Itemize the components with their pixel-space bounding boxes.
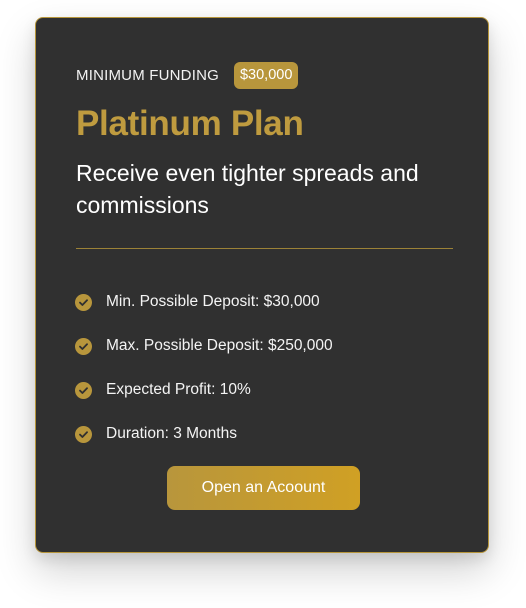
feature-item-duration: Duration: 3 Months — [75, 412, 333, 456]
funding-label: MINIMUM FUNDING — [76, 66, 219, 84]
plan-title: Platinum Plan — [76, 104, 304, 143]
check-circle-icon — [75, 337, 92, 355]
plan-description: Receive even tighter spreads and commiss… — [76, 160, 419, 218]
feature-item-expected-profit: Expected Profit: 10% — [75, 368, 333, 412]
funding-amount-badge: $30,000 — [233, 62, 299, 89]
divider — [76, 248, 453, 249]
platinum-plan-card: MINIMUM FUNDING $30,000 Platinum Plan Re… — [35, 17, 489, 553]
open-account-button[interactable]: Open an Acoount — [167, 466, 360, 510]
funding-row: MINIMUM FUNDING $30,000 — [76, 62, 299, 89]
check-circle-icon — [75, 425, 92, 443]
feature-list: Min. Possible Deposit: $30,000 Max. Poss… — [75, 280, 333, 456]
check-circle-icon — [75, 381, 92, 399]
feature-text: Min. Possible Deposit: $30,000 — [106, 293, 320, 310]
feature-item-min-deposit: Min. Possible Deposit: $30,000 — [75, 280, 333, 324]
feature-item-max-deposit: Max. Possible Deposit: $250,000 — [75, 324, 333, 368]
feature-text: Expected Profit: 10% — [106, 381, 251, 398]
feature-text: Max. Possible Deposit: $250,000 — [106, 337, 333, 354]
check-circle-icon — [75, 293, 92, 311]
feature-text: Duration: 3 Months — [106, 425, 237, 442]
